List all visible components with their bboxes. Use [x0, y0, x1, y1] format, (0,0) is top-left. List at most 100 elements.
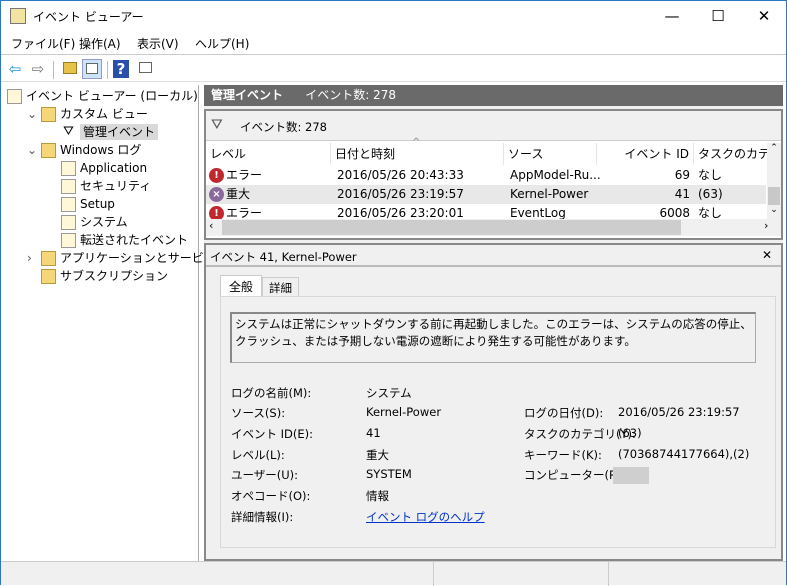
event-list: ⛛ イベント数: 278 レベル ^ 日付と時刻 ソース イベント ID タスク… [204, 109, 783, 240]
general-tab-panel: システムは正常にシャットダウンする前に再起動しました。このエラーは、システムの応… [220, 296, 776, 548]
field-more-label: 詳細情報(I): [231, 510, 294, 524]
tree-item[interactable]: › アプリケーションとサービス ログ [1, 249, 244, 267]
tree-item[interactable]: Setup [1, 195, 198, 213]
menu-action[interactable]: 操作(A) [79, 35, 121, 52]
field-more-link[interactable]: イベント ログのヘルプ [366, 509, 485, 525]
column-header-date[interactable]: 日付と時刻 [331, 143, 504, 165]
event-row[interactable]: ! エラー 2016/05/26 20:43:33 AppModel-Ru... 69 な… [206, 166, 766, 185]
log-icon [61, 161, 76, 176]
level-text: 重大 [226, 187, 251, 201]
tree-item-label: サブスクリプション [60, 269, 169, 283]
scroll-left-icon[interactable]: ‹ [209, 219, 213, 232]
source-cell: AppModel-Ru... [510, 168, 601, 182]
horizontal-scrollbar[interactable]: ‹ › [206, 219, 781, 236]
log-icon [61, 215, 76, 230]
event-id-cell: 41 [674, 187, 690, 201]
task-category-cell: (63) [698, 187, 723, 201]
menu-file[interactable]: ファイル(F) [11, 35, 75, 52]
field-user: SYSTEM [366, 467, 412, 481]
tree-item-label: 転送されたイベント [80, 233, 189, 247]
forward-icon[interactable]: ⇨ [28, 59, 48, 79]
tree-item[interactable]: ⛛ 管理イベント [1, 123, 198, 141]
close-button[interactable]: ✕ [741, 1, 787, 31]
column-header-source[interactable]: ソース [504, 143, 597, 165]
event-row[interactable]: × 重大 2016/05/26 23:19:57 Kernel-Power 41 (63) [206, 185, 766, 204]
expander-icon[interactable]: ⌄ [27, 105, 41, 123]
field-keywords-label: キーワード(K): [524, 448, 602, 462]
date-cell: 2016/05/26 20:43:33 [337, 168, 464, 182]
toolbar: ⇦ ⇨ ? [1, 56, 786, 82]
error-icon: ! [209, 168, 224, 183]
tree-item-label: Windows ログ [60, 143, 142, 157]
filter-bar: ⛛ イベント数: 278 [206, 111, 781, 141]
scroll-up-icon[interactable]: ⌃ [767, 143, 781, 153]
tab-details[interactable]: 詳細 [262, 277, 299, 297]
field-logged-label: ログの日付(D): [524, 406, 604, 420]
tree-item[interactable]: ⌄ Windows ログ [1, 141, 198, 159]
field-logged: 2016/05/26 23:19:57 [618, 405, 740, 419]
horizontal-scroll-thumb[interactable] [222, 220, 681, 235]
scroll-right-icon[interactable]: › [764, 219, 768, 232]
tree-item[interactable]: ⌄ カスタム ビュー [1, 105, 198, 123]
task-category-cell: なし [698, 168, 723, 182]
tree-item[interactable]: イベント ビューアー (ローカル) [1, 87, 198, 105]
column-header-event-id[interactable]: イベント ID [597, 143, 694, 165]
filter-event-count: イベント数: 278 [240, 120, 327, 134]
show-hide-console-tree-icon[interactable] [82, 59, 102, 79]
menu-help[interactable]: ヘルプ(H) [195, 35, 249, 52]
tree-item-label: イベント ビューアー (ローカル) [26, 89, 198, 103]
vertical-scroll-thumb[interactable] [768, 187, 780, 205]
event-description: システムは正常にシャットダウンする前に再起動しました。このエラーは、システムの応… [230, 312, 756, 363]
view-title: 管理イベント [211, 88, 284, 102]
window-title: イベント ビューアー [33, 10, 144, 24]
field-task: (63) [618, 426, 642, 440]
help-icon[interactable]: ? [113, 60, 129, 78]
level-cell: × 重大 [209, 185, 250, 204]
expander-icon[interactable]: ⌄ [27, 141, 41, 159]
main-pane: 管理イベント イベント数: 278 ⛛ イベント数: 278 レベル ^ 日付と… [204, 85, 783, 561]
column-header-level[interactable]: レベル [206, 143, 331, 165]
field-keywords: (70368744177664),(2) [618, 447, 750, 461]
tree-item[interactable]: セキュリティ [1, 177, 198, 195]
back-icon[interactable]: ⇦ [5, 59, 25, 79]
scroll-down-icon[interactable]: ⌄ [767, 205, 781, 215]
tree-item[interactable]: サブスクリプション [1, 267, 198, 285]
event-viewer-app-icon [10, 8, 26, 24]
field-source-label: ソース(S): [231, 406, 286, 420]
title-bar: イベント ビューアー — ☐ ✕ [1, 1, 786, 31]
source-cell: Kernel-Power [510, 187, 589, 201]
maximize-button[interactable]: ☐ [695, 1, 741, 31]
column-header-task-category[interactable]: タスクのカテゴ [694, 143, 768, 165]
field-event-id-label: イベント ID(E): [231, 427, 314, 441]
field-level: 重大 [366, 448, 389, 462]
field-source: Kernel-Power [366, 405, 442, 419]
up-folder-icon[interactable] [60, 59, 80, 79]
tab-general[interactable]: 全般 [220, 275, 262, 297]
log-icon [7, 89, 22, 104]
tree-item-label: Setup [80, 197, 115, 211]
level-text: エラー [226, 206, 263, 220]
console-tree: イベント ビューアー (ローカル) ⌄ カスタム ビュー ⛛ 管理イベント ⌄ Window… [1, 85, 244, 561]
event-detail-pane: イベント 41, Kernel-Power ✕ 全般 詳細 システムは正常にシャ… [204, 243, 783, 561]
toolbar-separator [107, 61, 108, 79]
minimize-button[interactable]: — [649, 1, 695, 31]
tree-item-label: セキュリティ [80, 179, 152, 193]
detail-close-icon[interactable]: ✕ [762, 248, 772, 262]
filter-icon: ⛛ [211, 117, 223, 133]
event-id-cell: 69 [674, 168, 690, 182]
field-opcode-label: オペコード(O): [231, 489, 311, 503]
tree-item-label: 管理イベント [80, 124, 159, 140]
tree-item[interactable]: システム [1, 213, 198, 231]
tree-item[interactable]: Application [1, 159, 198, 177]
view-header: 管理イベント イベント数: 278 [204, 85, 783, 106]
expander-icon[interactable]: › [27, 249, 41, 267]
log-icon [61, 179, 76, 194]
computer-name-redacted [613, 467, 649, 484]
menu-view[interactable]: 表示(V) [137, 35, 179, 52]
field-event-id: 41 [366, 426, 381, 440]
show-hide-action-pane-icon[interactable] [136, 59, 156, 79]
tree-item[interactable]: 転送されたイベント [1, 231, 198, 249]
vertical-scrollbar[interactable]: ⌃ ⌄ [767, 143, 781, 219]
status-bar [1, 561, 786, 586]
detail-header: イベント 41, Kernel-Power ✕ [206, 245, 781, 267]
